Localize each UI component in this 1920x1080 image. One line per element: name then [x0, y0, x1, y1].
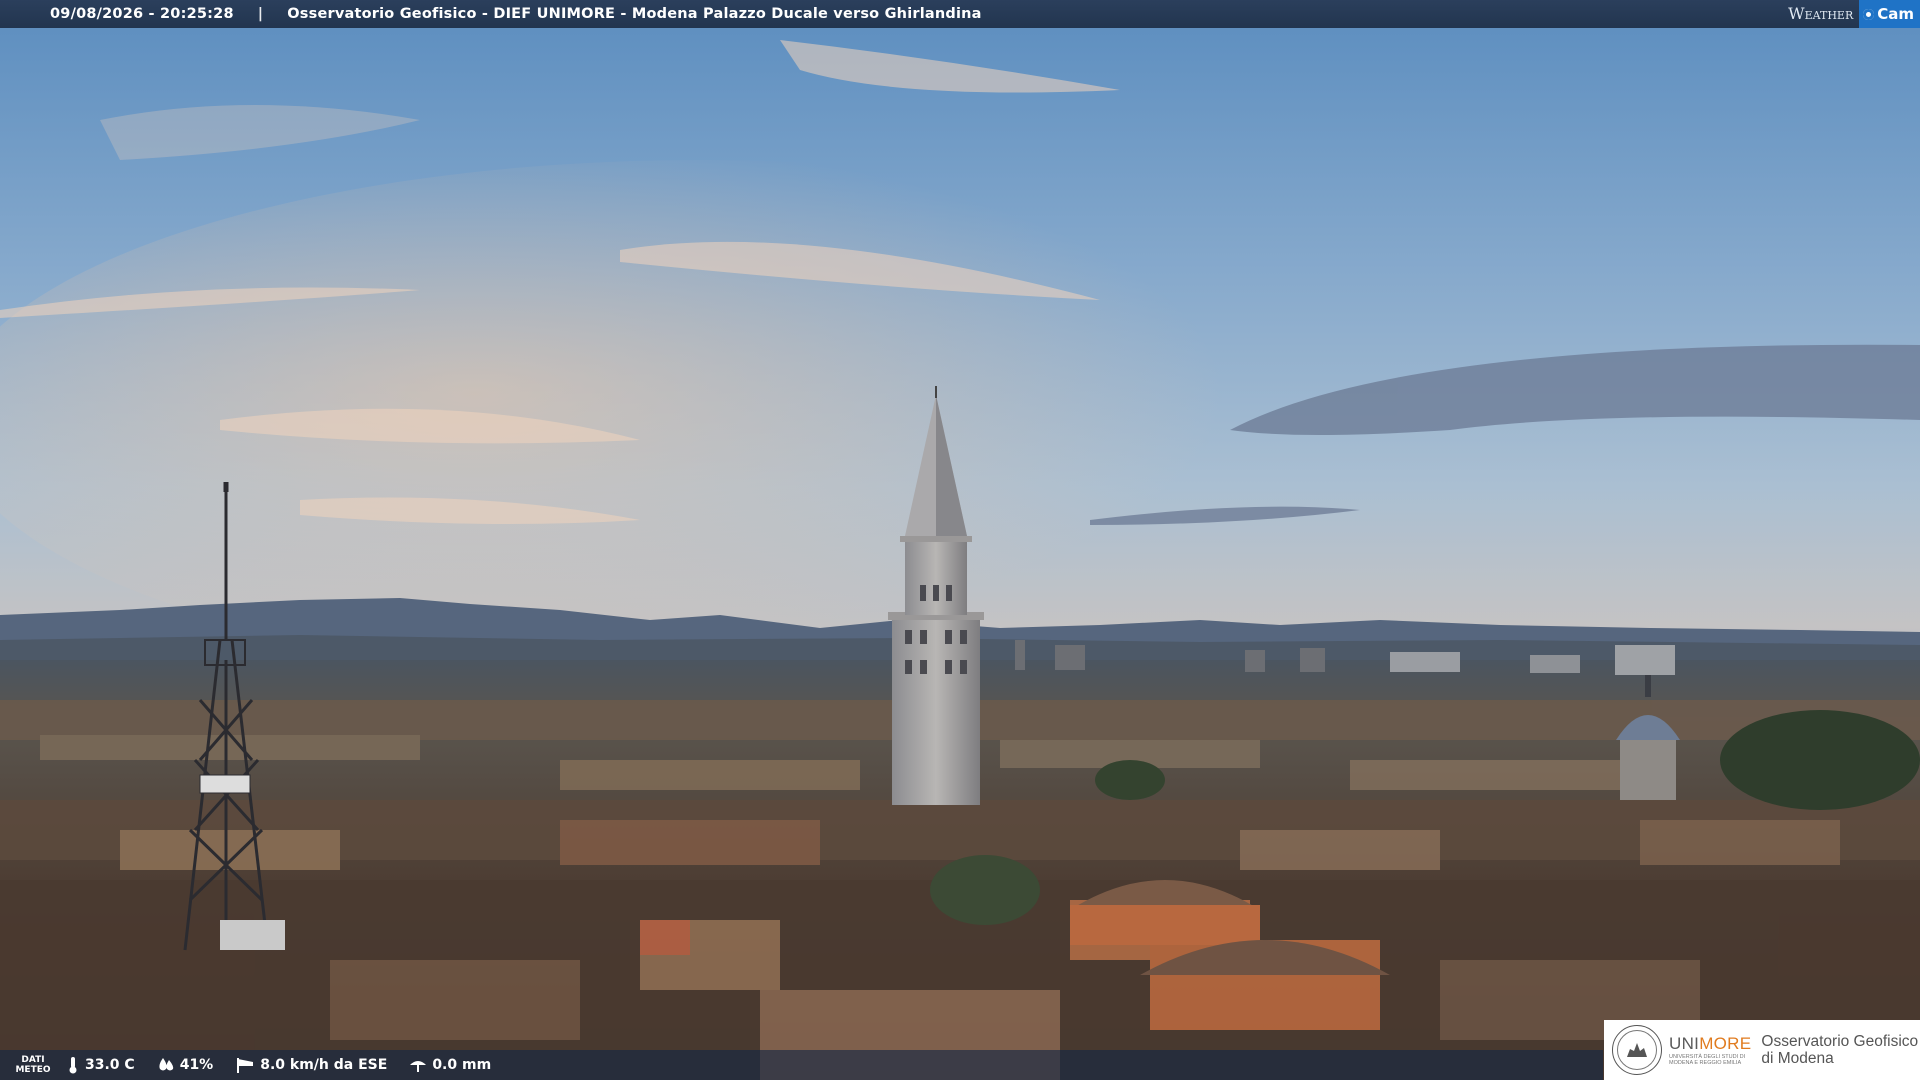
university-seal-icon — [1612, 1025, 1662, 1075]
thermometer-icon — [69, 1057, 77, 1074]
wind-value: 8.0 km/h da ESE — [260, 1057, 388, 1073]
unimore-observatory-logo: UNIMORE UNIVERSITÀ DEGLI STUDI DI MODENA… — [1604, 1020, 1920, 1080]
trees — [930, 855, 1040, 925]
lens-icon — [1863, 8, 1875, 20]
webcam-scene — [0, 0, 1920, 1080]
rain-value: 0.0 mm — [432, 1057, 492, 1073]
weathercam-logo: Weather Cam — [1782, 0, 1920, 28]
top-bar: 09/08/2026 - 20:25:28 | Osservatorio Geo… — [0, 0, 1920, 28]
temperature-reading: 33.0 C — [66, 1056, 135, 1074]
unimore-uni-text: UNI — [1669, 1033, 1700, 1053]
camera-location-title: Osservatorio Geofisico - DIEF UNIMORE - … — [287, 6, 982, 22]
humidity-reading: 41% — [157, 1057, 214, 1073]
dati-meteo-label: DATI METEO — [15, 1055, 51, 1075]
datetime-label: 09/08/2026 - 20:25:28 — [50, 6, 234, 22]
wind-reading: 8.0 km/h da ESE — [235, 1056, 387, 1074]
brand-weather-text: Weather — [1788, 4, 1854, 23]
humidity-value: 41% — [179, 1057, 214, 1073]
university-full-name: UNIVERSITÀ DEGLI STUDI DI MODENA E REGGI… — [1669, 1053, 1746, 1067]
wind-sock-icon — [237, 1058, 254, 1073]
rain-gauge-icon — [410, 1061, 427, 1072]
brand-cam-text: Cam — [1877, 5, 1914, 23]
unimore-more-text: MORE — [1699, 1033, 1752, 1053]
rain-reading: 0.0 mm — [409, 1057, 491, 1073]
humidity-drop-icon — [159, 1058, 173, 1071]
temperature-value: 33.0 C — [85, 1057, 135, 1073]
observatory-name: Osservatorio Geofisico di Modena — [1761, 1033, 1919, 1067]
unimore-wordmark: UNIMORE UNIVERSITÀ DEGLI STUDI DI MODENA… — [1669, 1034, 1751, 1067]
weather-data-bar: DATI METEO 33.0 C 41% 8.0 km/h da ESE 0.… — [0, 1050, 1603, 1080]
title-separator: | — [257, 6, 264, 22]
brand-cam-badge: Cam — [1859, 0, 1920, 28]
